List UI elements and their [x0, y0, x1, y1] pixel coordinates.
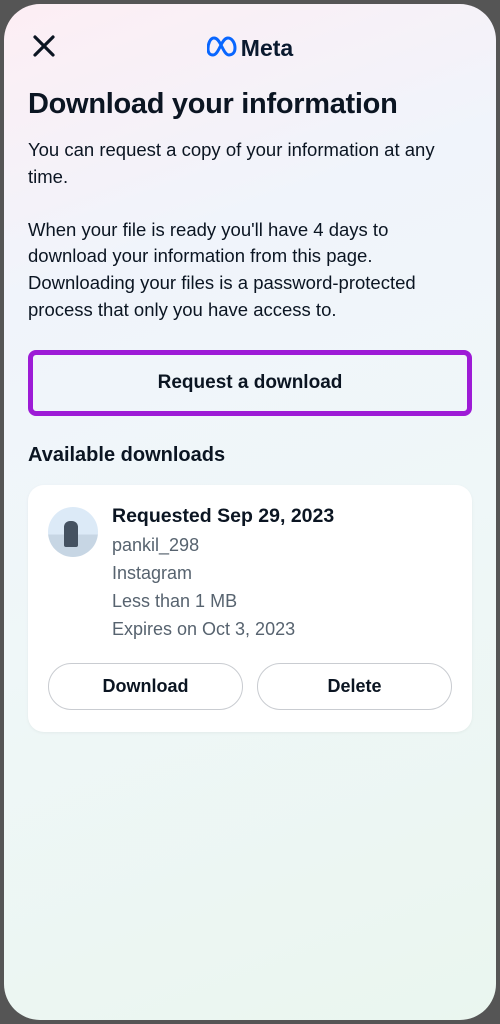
description-text: You can request a copy of your informati…: [28, 137, 472, 324]
avatar: [48, 507, 98, 557]
download-size: Less than 1 MB: [112, 588, 452, 616]
download-card: Requested Sep 29, 2023 pankil_298 Instag…: [28, 485, 472, 733]
brand-logo: Meta: [207, 35, 293, 62]
download-info: Requested Sep 29, 2023 pankil_298 Instag…: [112, 505, 452, 644]
brand-name: Meta: [241, 35, 293, 62]
download-title: Requested Sep 29, 2023: [112, 505, 452, 528]
request-download-button[interactable]: Request a download: [28, 350, 472, 416]
meta-logo-icon: [207, 35, 237, 62]
download-username: pankil_298: [112, 532, 452, 560]
download-expiry: Expires on Oct 3, 2023: [112, 616, 452, 644]
header-bar: Meta: [28, 26, 472, 70]
download-platform: Instagram: [112, 560, 452, 588]
delete-button[interactable]: Delete: [257, 663, 452, 710]
description-para-1: You can request a copy of your informati…: [28, 139, 435, 187]
description-para-2: When your file is ready you'll have 4 da…: [28, 219, 416, 320]
available-downloads-title: Available downloads: [28, 444, 472, 467]
page-title: Download your information: [28, 88, 472, 121]
close-icon[interactable]: [30, 32, 58, 65]
download-info-screen: Meta Download your information You can r…: [4, 4, 496, 1020]
download-button[interactable]: Download: [48, 663, 243, 710]
